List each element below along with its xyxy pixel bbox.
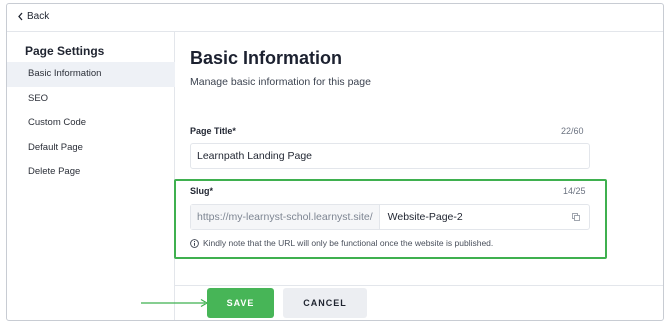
page-subtitle: Manage basic information for this page	[190, 76, 371, 88]
arrow-right-icon	[141, 298, 209, 308]
slug-input[interactable]: https://my-learnyst-schol.learnyst.site/…	[190, 204, 590, 230]
main-content: Basic Information Manage basic informati…	[175, 32, 663, 320]
page-title-label: Page Title*	[190, 126, 236, 136]
slug-input-value[interactable]: Website-Page-2	[380, 205, 563, 229]
back-button[interactable]: Back	[17, 11, 49, 22]
sidebar-item-delete-page[interactable]: Delete Page	[7, 160, 175, 185]
page-settings-window: Back Page Settings Basic Information SEO…	[6, 3, 664, 321]
slug-url-prefix: https://my-learnyst-schol.learnyst.site/	[191, 205, 380, 229]
page-title: Basic Information	[190, 48, 343, 68]
sidebar-item-seo[interactable]: SEO	[7, 87, 175, 112]
slug-counter: 14/25	[563, 186, 586, 196]
page-title-counter: 22/60	[561, 126, 584, 136]
info-icon	[190, 238, 199, 248]
chevron-left-icon	[18, 12, 23, 21]
sidebar-item-custom-code[interactable]: Custom Code	[7, 111, 175, 136]
back-label: Back	[27, 11, 50, 22]
cancel-button[interactable]: CANCEL	[283, 288, 367, 318]
copy-icon	[572, 213, 580, 221]
copy-button[interactable]	[563, 205, 589, 229]
page-title-input[interactable]: Learnpath Landing Page	[190, 143, 590, 169]
slug-note-text: Kindly note that the URL will only be fu…	[203, 238, 494, 248]
sidebar: Page Settings Basic Information SEO Cust…	[7, 32, 175, 320]
sidebar-title: Page Settings	[25, 44, 105, 58]
slug-section: Slug* 14/25 https://my-learnyst-schol.le…	[174, 179, 607, 259]
save-button[interactable]: SAVE	[207, 288, 274, 318]
footer-divider	[175, 285, 663, 286]
page-title-input-value: Learnpath Landing Page	[197, 150, 313, 162]
sidebar-item-basic-information[interactable]: Basic Information	[7, 62, 175, 87]
slug-label: Slug*	[190, 186, 214, 196]
slug-note: Kindly note that the URL will only be fu…	[190, 238, 493, 248]
sidebar-item-default-page[interactable]: Default Page	[7, 136, 175, 161]
sidebar-nav: Basic Information SEO Custom Code Defaul…	[7, 62, 175, 185]
top-bar: Back	[7, 4, 663, 32]
